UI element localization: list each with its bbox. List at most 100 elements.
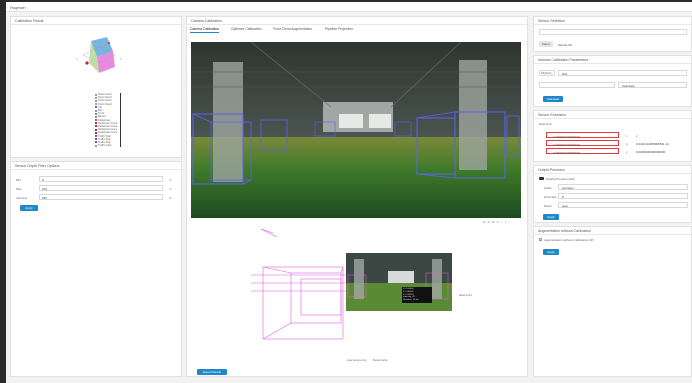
min-label: Min [16,178,21,182]
tab-camera-calibration[interactable]: Camera Calibration [190,27,220,33]
intrinsic-panel: Intrinsic Calibration Parameters fx/fy/c… [533,55,692,107]
tab-point-cloud-augmentation[interactable]: Point Cloud Augmentation [273,27,312,31]
extrinsic-side-pitch: 0.0111312480905511 14 [636,142,669,146]
point-info-overlay: X: 0.00000 Y: 0.00000 Z: 0.00000 Intensi… [402,287,432,303]
intrinsic-left-select[interactable] [539,82,615,88]
intrinsic-calculate-button[interactable]: Calculate [543,96,563,102]
extrinsic-input-yaw[interactable]: 0.0000000000000000 [546,148,619,155]
extrinsics-panel: Sensor Extrinsics Data Sub 0.00000000000… [533,110,692,162]
augmentation-checkbox[interactable] [539,238,542,241]
calibration-result-panel: Calibration Result Point Cloud Point Clo… [10,16,182,158]
camera-calibration-title: Camera Calibration [187,17,527,25]
legend-swatch [95,103,97,106]
precision-toggle[interactable] [539,177,544,180]
min-unit: m [169,178,172,182]
pan-icon[interactable]: ✥ [492,220,495,224]
reset-points-link[interactable]: Reset points [373,359,387,362]
intrinsic-dist-input[interactable]: Dist [558,70,687,76]
extrinsic-input-pitch[interactable]: 0.0000000000000000 [546,140,619,147]
max-input[interactable]: 100 [39,185,163,191]
extrinsic-side-roll: x [636,134,638,138]
depth-filter-title: Sensor Depth Filter Options [11,162,181,170]
intrinsic-input[interactable]: fx/fy/cx/cy [539,70,555,76]
camera-view[interactable] [191,42,521,218]
mode-input[interactable]: auto [558,202,688,208]
extrinsic-side-yaw: 0.0000000000000000 [636,150,666,154]
view-camera-link[interactable]: view camera img [347,359,366,362]
intensity-input[interactable]: 255 [39,194,163,200]
legend-swatch [95,119,97,122]
mode-label: Mode [544,204,552,208]
extrinsics-sub-label: Data Sub [539,122,552,126]
sensor-value: Sensor 00 [558,43,572,47]
reset-icon[interactable]: ⌂ [501,220,503,224]
calibration-result-title: Calibration Result [11,17,181,25]
float-point-label: label point [459,293,472,297]
plot-legend: Point Cloud Point Cloud Point Cloud Poin… [95,93,121,148]
extrinsic-label-pitch: p [626,142,628,146]
legend-swatch [95,106,97,109]
intrinsic-right-select[interactable]: Calculate [618,82,687,88]
zoom-in-icon[interactable]: ⊕ [483,220,486,224]
augmentation-panel: Augmentation without Calibration Augment… [533,226,692,377]
projection-thumbnail[interactable]: X: 0.00000 Y: 0.00000 Z: 0.00000 Intensi… [346,253,452,311]
augmentation-checkbox-label: Augmentation without Calibration API [544,238,594,242]
legend-swatch [95,135,97,138]
precision-toggle-label: Enable Precision Edit [546,177,575,181]
intrinsic-title: Intrinsic Calibration Parameters [534,56,691,64]
min-input[interactable]: 0 [39,176,163,182]
app-window: Hugewin Calibration Result Point Cloud P… [6,2,692,383]
fullscreen-icon[interactable]: ⤢ [508,220,510,224]
3d-point-cloud-plot[interactable] [69,33,129,81]
apply-filter-button[interactable]: Apply [20,205,38,211]
sensor-search-input[interactable] [539,29,687,35]
legend-swatch [95,115,97,118]
legend-swatch [95,96,97,99]
sensor-selection-panel: Sensor Selection Select Sensor 00 [533,16,692,52]
precision-apply-button[interactable]: Apply [543,214,559,220]
legend-swatch [95,112,97,115]
legend-swatch [95,109,97,112]
depth-filter-panel: Sensor Depth Filter Options Min 0 m Max … [10,161,182,377]
app-title: Hugewin [10,5,26,10]
legend-swatch [95,128,97,131]
legend-swatch [95,122,97,125]
zoom-out-icon[interactable]: ⊖ [488,220,491,224]
export-result-button[interactable]: Export Result [197,369,227,375]
sensor-select-button[interactable]: Select [539,41,553,47]
tab-optimize-calibration[interactable]: Optimize Calibration [231,27,262,31]
camera-image [191,42,521,218]
decimals-label: Decimals [544,195,557,199]
intensity-unit: m [169,196,172,200]
tab-pipeline-projection[interactable]: Pipeline Projection [325,27,353,31]
output-precision-title: Output Precision [534,166,691,174]
intensity-label: Intensity [16,196,28,200]
legend-swatch [95,93,97,96]
camera-calibration-panel: Camera Calibration Camera Calibration Op… [186,16,528,377]
rotate-icon[interactable]: ↻ [497,220,500,224]
legend-swatch [95,144,97,147]
output-precision-panel: Output Precision Enable Precision Edit S… [533,165,692,223]
augmentation-apply-button[interactable]: Apply [543,249,559,255]
image-toolbar: ⊕ ⊖ ✥ ↻ ⌂ ⤓ ⤢ [483,220,511,224]
max-label: Max [16,187,22,191]
legend-item[interactable]: Traffic Light [95,144,120,147]
scale-label: Scale [544,186,552,190]
decimals-input[interactable]: 8 [558,193,688,199]
top-bar: Hugewin [6,2,692,12]
legend-swatch [95,131,97,134]
overlay-line: Distance: 12.4m [403,299,419,302]
max-unit: m [169,187,172,191]
extrinsic-input-roll[interactable]: 0.0000000000000000 [546,132,619,139]
download-icon[interactable]: ⤓ [505,220,506,224]
extrinsics-title: Sensor Extrinsics [534,111,691,119]
augmentation-title: Augmentation without Calibration [534,227,691,235]
extrinsic-label-yaw: y [626,150,628,154]
scale-input[interactable]: precision [558,184,688,190]
sensor-selection-title: Sensor Selection [534,17,691,25]
legend-swatch [95,99,97,102]
extrinsic-label-roll: r [626,134,627,138]
legend-swatch [95,141,97,144]
legend-swatch [95,125,97,128]
legend-swatch [95,138,97,141]
